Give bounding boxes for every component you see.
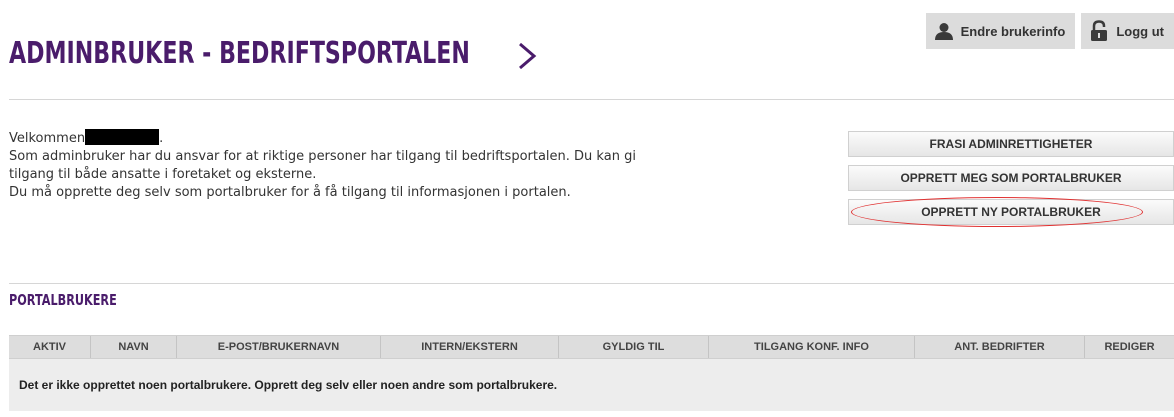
col-tilgang-konf-info[interactable]: TILGANG KONF. INFO (709, 336, 915, 358)
edit-user-button[interactable]: Endre brukerinfo (925, 13, 1076, 49)
table-header: AKTIV NAVN E-POST/BRUKERNAVN INTERN/EKST… (9, 335, 1174, 359)
chevron-right-icon[interactable] (516, 41, 538, 75)
redacted-name (85, 129, 160, 145)
col-gyldig-til[interactable]: GYLDIG TIL (559, 336, 709, 358)
welcome-line-2: tilgang til både ansatte i foretaket og … (9, 167, 317, 182)
user-icon (934, 22, 954, 40)
section-title-portal-users: PORTALBRUKERE (9, 291, 117, 309)
col-ant-bedrifter[interactable]: ANT. BEDRIFTER (915, 336, 1085, 358)
col-rediger[interactable]: REDIGER (1085, 336, 1174, 358)
top-actions: Endre brukerinfo Logg ut (925, 13, 1174, 49)
page-title: ADMINBRUKER - BEDRIFTSPORTALEN (9, 36, 470, 71)
welcome-line-3: Du må opprette deg selv som portalbruker… (9, 185, 571, 200)
col-epost[interactable]: E-POST/BRUKERNAVN (177, 336, 381, 358)
logout-label: Logg ut (1116, 23, 1164, 39)
logout-button[interactable]: Logg ut (1081, 13, 1174, 49)
padlock-icon (1089, 20, 1109, 42)
welcome-line-1: Som adminbruker har du ansvar for at rik… (9, 149, 636, 164)
portal-users-table: AKTIV NAVN E-POST/BRUKERNAVN INTERN/EKST… (9, 335, 1174, 411)
edit-user-label: Endre brukerinfo (960, 23, 1066, 39)
col-aktiv[interactable]: AKTIV (9, 336, 91, 358)
create-new-portal-user-button[interactable]: OPPRETT NY PORTALBRUKER (848, 197, 1174, 227)
renounce-admin-button[interactable]: FRASI ADMINRETTIGHETER (848, 131, 1174, 157)
col-intern-ekstern[interactable]: INTERN/EKSTERN (381, 336, 559, 358)
welcome-greeting: Velkommen. (9, 129, 164, 146)
empty-message: Det er ikke opprettet noen portalbrukere… (9, 359, 1174, 411)
admin-actions: FRASI ADMINRETTIGHETER OPPRETT MEG SOM P… (848, 131, 1174, 233)
create-new-portal-user-label: OPPRETT NY PORTALBRUKER (921, 205, 1101, 219)
create-me-portal-user-button[interactable]: OPPRETT MEG SOM PORTALBRUKER (848, 165, 1174, 191)
section-divider (9, 283, 1174, 284)
header-divider (9, 99, 1174, 100)
welcome-text: Velkommen. Som adminbruker har du ansvar… (9, 129, 636, 202)
col-navn[interactable]: NAVN (91, 336, 177, 358)
